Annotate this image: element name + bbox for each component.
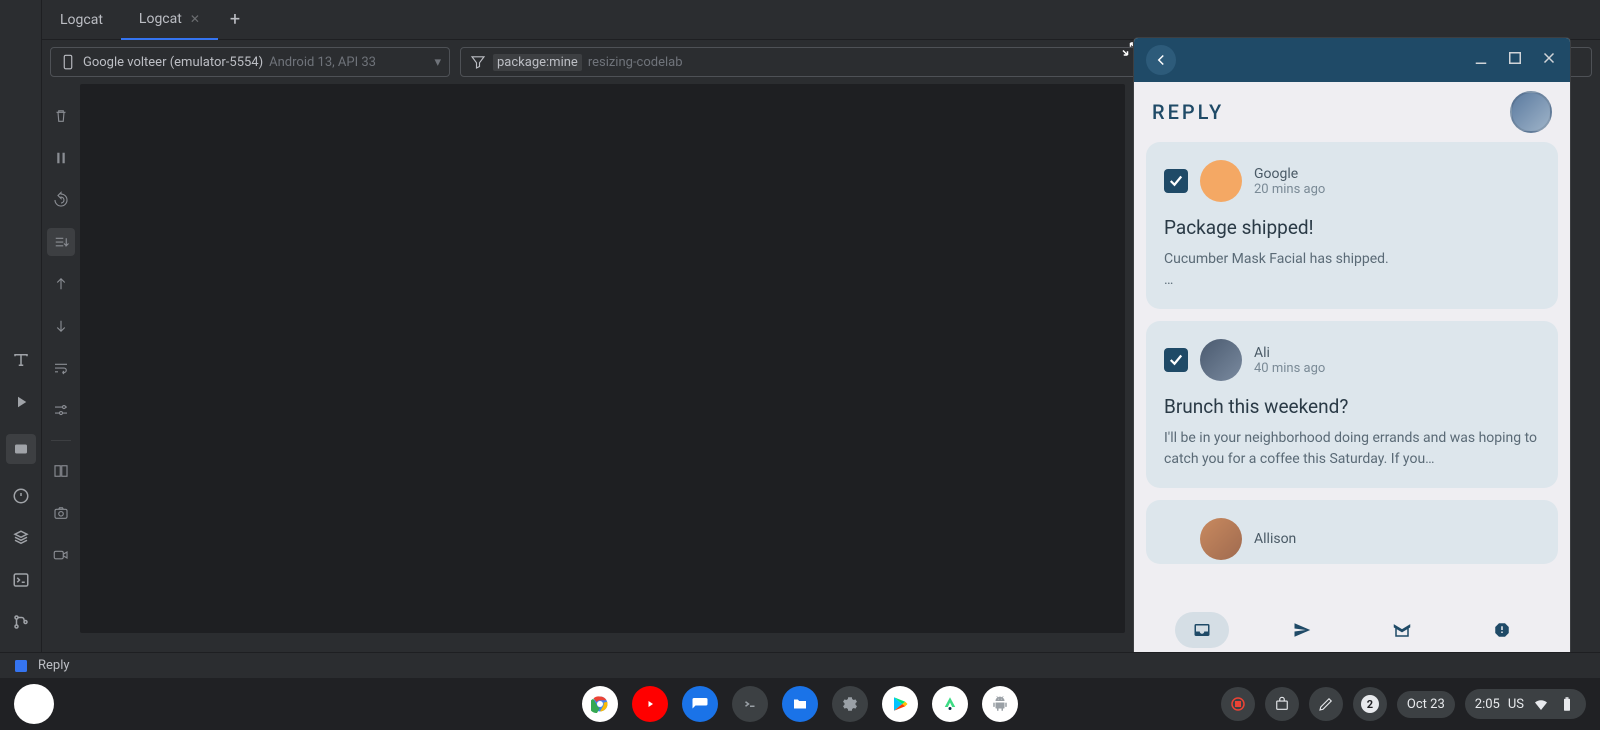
- email-card[interactable]: Ali 40 mins ago Brunch this weekend? I'l…: [1146, 321, 1558, 488]
- sender-avatar: [1200, 339, 1242, 381]
- log-output[interactable]: [80, 84, 1125, 633]
- bottom-label: Reply: [38, 658, 70, 673]
- filter-icon: [469, 53, 487, 71]
- filter-text: resizing-codelab: [588, 55, 683, 70]
- messages-icon[interactable]: [682, 686, 718, 722]
- scroll-end-icon[interactable]: [47, 228, 75, 256]
- next-icon[interactable]: [47, 312, 75, 340]
- device-info: Android 13, API 33: [269, 55, 376, 70]
- notif-badge[interactable]: 2: [1353, 687, 1387, 721]
- logcat-tool-icon[interactable]: [6, 434, 36, 464]
- emulator-window: REPLY Google 20 mins ago Package shipped…: [1134, 38, 1570, 663]
- pen-icon[interactable]: [1309, 687, 1343, 721]
- tab-label: Logcat: [139, 11, 182, 27]
- add-tab-button[interactable]: +: [218, 9, 252, 30]
- clear-icon[interactable]: [47, 102, 75, 130]
- vcs-icon[interactable]: [11, 612, 31, 632]
- problems-icon[interactable]: [11, 486, 31, 506]
- stop-record-icon[interactable]: [1221, 687, 1255, 721]
- sender-avatar: [1200, 160, 1242, 202]
- close-icon[interactable]: [1540, 49, 1558, 71]
- email-preview: I'll be in your neighborhood doing erran…: [1164, 428, 1540, 470]
- device-selector[interactable]: Google volteer (emulator-5554) Android 1…: [50, 47, 450, 77]
- files-icon[interactable]: [782, 686, 818, 722]
- terminal-icon[interactable]: [11, 570, 31, 590]
- tab-logcat-2[interactable]: Logcat ✕: [121, 0, 218, 40]
- minimize-icon[interactable]: [1472, 49, 1490, 71]
- screenshot-icon[interactable]: [47, 499, 75, 527]
- restart-icon[interactable]: [47, 186, 75, 214]
- nav-inbox-icon[interactable]: [1175, 612, 1229, 648]
- record-icon[interactable]: [47, 541, 75, 569]
- wifi-icon: [1532, 695, 1550, 713]
- pause-icon[interactable]: [47, 144, 75, 172]
- chrome-icon[interactable]: [582, 686, 618, 722]
- tab-logcat-1[interactable]: Logcat: [42, 0, 121, 40]
- app-run-icon: [12, 657, 30, 675]
- resources-icon[interactable]: [11, 528, 31, 548]
- battery-icon: [1558, 695, 1576, 713]
- email-subject: Brunch this weekend?: [1164, 395, 1540, 418]
- profile-avatar[interactable]: [1510, 91, 1552, 133]
- sender-time: 20 mins ago: [1254, 182, 1325, 197]
- android-studio-icon[interactable]: [932, 686, 968, 722]
- settings-app-icon[interactable]: [832, 686, 868, 722]
- maximize-icon[interactable]: [1506, 49, 1524, 71]
- email-card[interactable]: Google 20 mins ago Package shipped! Cucu…: [1146, 142, 1558, 309]
- sender-name: Allison: [1254, 531, 1296, 547]
- play-store-icon[interactable]: [882, 686, 918, 722]
- emulator-titlebar[interactable]: [1134, 38, 1570, 82]
- sender-name: Ali: [1254, 345, 1325, 361]
- app-title: REPLY: [1152, 100, 1224, 124]
- run-icon[interactable]: [11, 392, 31, 412]
- split-icon[interactable]: [47, 457, 75, 485]
- nav-send-icon[interactable]: [1275, 612, 1329, 648]
- device-icon: [59, 53, 77, 71]
- nav-drafts-icon[interactable]: [1375, 612, 1429, 648]
- email-subject: Package shipped!: [1164, 216, 1540, 239]
- sender-time: 40 mins ago: [1254, 361, 1325, 376]
- sender-avatar: [1200, 518, 1242, 560]
- email-card[interactable]: Allison: [1146, 500, 1558, 564]
- date-pill[interactable]: Oct 23: [1397, 691, 1455, 718]
- terminal-app-icon[interactable]: [732, 686, 768, 722]
- checkbox-icon[interactable]: [1164, 169, 1188, 193]
- device-name: Google volteer (emulator-5554): [83, 55, 263, 70]
- launcher-button[interactable]: [14, 684, 54, 724]
- status-pill[interactable]: 2:05 US: [1465, 689, 1586, 719]
- prev-icon[interactable]: [47, 270, 75, 298]
- android-icon[interactable]: [982, 686, 1018, 722]
- chevron-down-icon: ▾: [434, 55, 441, 70]
- text-tool-icon[interactable]: [11, 350, 31, 370]
- wrap-icon[interactable]: [47, 354, 75, 382]
- tote-icon[interactable]: [1265, 687, 1299, 721]
- sender-name: Google: [1254, 166, 1325, 182]
- tab-label: Logcat: [60, 12, 103, 28]
- back-button[interactable]: [1146, 45, 1176, 75]
- settings-view-icon[interactable]: [47, 396, 75, 424]
- close-icon[interactable]: ✕: [190, 12, 200, 26]
- checkbox-icon[interactable]: [1164, 348, 1188, 372]
- nav-spam-icon[interactable]: [1475, 612, 1529, 648]
- email-preview: Cucumber Mask Facial has shipped.…: [1164, 249, 1540, 291]
- filter-package: package:mine: [493, 54, 582, 71]
- youtube-icon[interactable]: [632, 686, 668, 722]
